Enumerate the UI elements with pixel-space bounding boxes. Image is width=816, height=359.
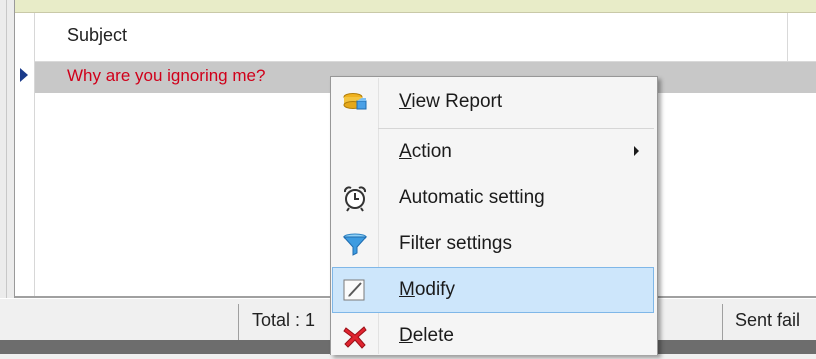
- column-divider: [787, 13, 788, 61]
- red-x-icon: [340, 321, 370, 351]
- menu-item-label: Action: [399, 141, 452, 162]
- status-separator: [722, 304, 723, 340]
- row-subject-cell[interactable]: Why are you ignoring me?: [67, 66, 265, 86]
- menu-item-label: Delete: [399, 325, 454, 346]
- row-indicator-column: [15, 13, 35, 296]
- pencil-icon: [340, 275, 370, 305]
- column-header-subject[interactable]: Subject: [67, 25, 127, 46]
- menu-item-label: View Report: [399, 91, 503, 112]
- menu-item-label: Modify: [399, 279, 455, 300]
- menu-item-delete[interactable]: Delete: [332, 313, 654, 359]
- menu-item-label: Automatic setting: [399, 187, 545, 208]
- menu-item-automatic-setting[interactable]: Automatic setting: [332, 175, 654, 221]
- context-menu-items: View Report Action Automatic setting Fil…: [330, 78, 656, 356]
- menu-item-filter-settings[interactable]: Filter settings: [332, 221, 654, 267]
- top-toolbar-strip: [15, 0, 816, 13]
- grid-header-row: [35, 13, 816, 62]
- menu-item-view-report[interactable]: View Report: [332, 79, 654, 125]
- menu-item-action[interactable]: Action: [332, 129, 654, 175]
- funnel-icon: [340, 229, 370, 259]
- status-total-count: Total : 1: [252, 310, 316, 330]
- submenu-arrow-icon: [634, 146, 639, 156]
- status-separator: [238, 304, 239, 340]
- menu-item-label: Filter settings: [399, 233, 512, 254]
- report-icon: [340, 87, 370, 117]
- alarm-clock-icon: [340, 183, 370, 213]
- status-sent-fail: Sent fail: [735, 310, 801, 330]
- current-row-arrow-icon: [20, 68, 28, 82]
- menu-item-modify[interactable]: Modify: [332, 267, 654, 313]
